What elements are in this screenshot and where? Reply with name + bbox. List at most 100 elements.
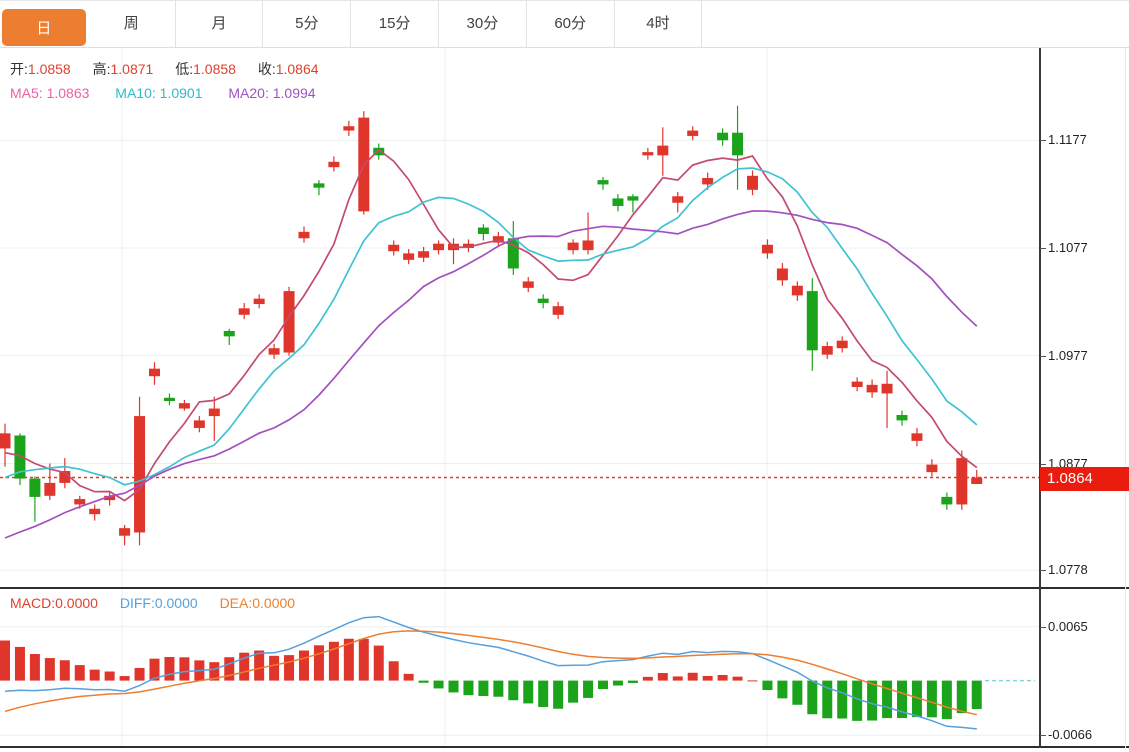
tab-label: 30分 (467, 15, 499, 32)
price-chart-canvas[interactable] (0, 48, 1129, 585)
open-value: 1.0858 (28, 61, 71, 77)
candle-body (433, 244, 444, 250)
tab-5min[interactable]: 5分 (263, 1, 351, 47)
macd-bar (419, 681, 429, 683)
axis-tick (1040, 570, 1046, 571)
ma10-readout: MA10: 1.0901 (115, 85, 202, 101)
axis-tick (1040, 464, 1046, 465)
candle-body (956, 458, 967, 504)
candle-body (89, 509, 100, 514)
candle-body (702, 178, 713, 184)
candle-body (224, 331, 235, 336)
ma5-line (5, 150, 977, 501)
macd-bar (718, 675, 728, 681)
tab-week[interactable]: 周 (88, 1, 176, 47)
candle-body (149, 369, 160, 377)
candle-body (164, 398, 175, 401)
tab-label: 15分 (379, 15, 411, 32)
candle-body (403, 253, 414, 259)
tab-month[interactable]: 月 (176, 1, 264, 47)
candle-body (239, 308, 250, 314)
macd-bar (135, 668, 145, 681)
macd-bar (583, 681, 593, 698)
dea-value-readout: DEA:0.0000 (220, 595, 296, 611)
candle-body (523, 281, 534, 287)
macd-tick-label: -0.0066 (1048, 726, 1092, 744)
candle-body (807, 291, 818, 350)
tab-4hour[interactable]: 4时 (615, 1, 703, 47)
macd-bar (733, 677, 743, 681)
candle-body (74, 499, 85, 504)
macd-readout: MACD:0.0000 DIFF:0.0000 DEA:0.0000 (10, 593, 295, 613)
candle-body (508, 238, 519, 268)
candle-body (792, 286, 803, 296)
macd-bar (688, 673, 698, 681)
macd-bar (120, 676, 130, 681)
tab-15min[interactable]: 15分 (351, 1, 439, 47)
macd-bar (972, 681, 982, 709)
candle-body (179, 403, 190, 408)
candle-body (538, 299, 549, 303)
candle-body (717, 133, 728, 141)
macd-bar (837, 681, 847, 719)
macd-bar (553, 681, 563, 709)
macd-bar (75, 665, 85, 680)
candlesticks (0, 106, 982, 546)
candle-body (553, 306, 564, 315)
tab-label: 5分 (295, 15, 318, 32)
macd-bar (673, 676, 683, 680)
macd-bar (299, 651, 309, 681)
axis-tick (1040, 248, 1046, 249)
macd-bar (15, 647, 25, 681)
macd-bar (658, 673, 668, 681)
price-tick-label: 1.1177 (1048, 131, 1087, 149)
macd-bar (957, 681, 967, 714)
candle-body (837, 341, 848, 349)
chart-bottom-border (0, 746, 1129, 748)
macd-histogram (0, 639, 982, 721)
macd-bar (508, 681, 518, 701)
candle-body (777, 268, 788, 280)
candle-body (822, 346, 833, 355)
tab-day[interactable]: 日 (0, 1, 88, 47)
macd-value-readout: MACD:0.0000 (10, 595, 98, 611)
high-value: 1.0871 (111, 61, 154, 77)
macd-bar (523, 681, 533, 704)
candle-body (911, 433, 922, 441)
candle-body (29, 479, 40, 497)
tab-30min[interactable]: 30分 (439, 1, 527, 47)
macd-bar (45, 658, 55, 681)
macd-bar (404, 674, 414, 681)
macd-bar (643, 677, 653, 681)
diff-value-readout: DIFF:0.0000 (120, 595, 198, 611)
macd-bar (478, 681, 488, 696)
candle-body (762, 245, 773, 254)
ma10-line (5, 168, 977, 485)
candle-body (897, 415, 908, 420)
macd-bar (882, 681, 892, 718)
candle-body (134, 416, 145, 532)
macd-bar (493, 681, 503, 697)
macd-bar (748, 680, 758, 681)
candle-body (642, 152, 653, 155)
macd-bar (463, 681, 473, 696)
macd-bar (613, 681, 623, 686)
macd-bar (359, 639, 369, 681)
price-gridlines (0, 48, 1040, 585)
axis-tick (1040, 627, 1046, 628)
high-label: 高: (93, 61, 111, 77)
macd-bar (703, 676, 713, 681)
axis-tick (1040, 356, 1046, 357)
close-value: 1.0864 (276, 61, 319, 77)
tab-60min[interactable]: 60分 (527, 1, 615, 47)
candle-body (747, 176, 758, 190)
frame-right-border (1125, 48, 1126, 748)
ohlc-readout: 开:1.0858 高:1.0871 低:1.0858 收:1.0864 (10, 59, 337, 79)
low-label: 低: (175, 61, 193, 77)
macd-bar (777, 681, 787, 699)
candle-body (194, 420, 205, 428)
candle-body (44, 483, 55, 496)
candle-body (328, 162, 339, 167)
macd-bar (164, 657, 174, 681)
macd-bar (224, 657, 234, 680)
